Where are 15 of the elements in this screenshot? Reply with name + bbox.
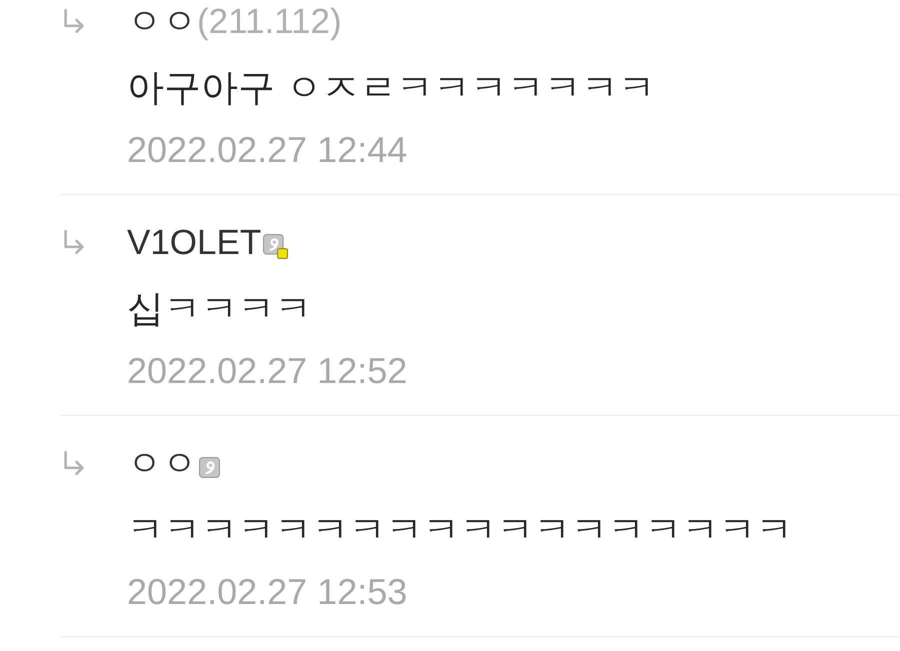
- author-name: ㅇㅇ: [127, 443, 197, 485]
- comment-text: 아구아구 ㅇㅈㄹㅋㅋㅋㅋㅋㅋㅋ: [127, 66, 656, 110]
- author-name: V1OLET: [127, 222, 262, 264]
- comment-text: 십ㅋㅋㅋㅋ: [127, 287, 312, 331]
- comment-time: 2022.02.27 12:52: [127, 349, 408, 393]
- comment-time: 2022.02.27 12:44: [127, 128, 408, 172]
- nick-badge-icon: [263, 234, 288, 258]
- author-name: ㅇㅇ: [127, 1, 197, 43]
- comment-time: 2022.02.27 12:53: [127, 570, 408, 614]
- ip-address: (211.112): [197, 1, 342, 43]
- comment-text: ㅋㅋㅋㅋㅋㅋㅋㅋㅋㅋㅋㅋㅋㅋㅋㅋㅋㅋ: [127, 508, 793, 552]
- nick-badge-icon: [199, 456, 220, 478]
- reply-arrow-icon: [63, 230, 85, 256]
- reply-arrow-icon: [63, 9, 85, 35]
- reply-arrow-icon: [63, 451, 85, 477]
